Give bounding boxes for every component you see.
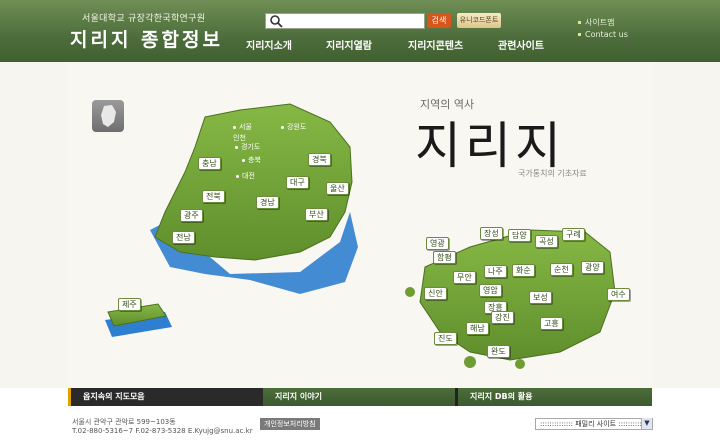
tab-db-usage[interactable]: 지리지 DB의 활용 xyxy=(458,388,652,406)
bullet-icon xyxy=(578,33,581,36)
town-gangjin[interactable]: 강진 xyxy=(491,311,514,324)
hero-subtitle: 국가통치의 기초자료 xyxy=(518,169,587,178)
dot-icon xyxy=(281,125,284,129)
region-gyeongnam[interactable]: 경남 xyxy=(256,196,279,209)
town-suncheon[interactable]: 순천 xyxy=(550,263,573,276)
footer-contact: T.02-880-5316~7 F.02-873-5328 E.Kyujg@sn… xyxy=(72,427,253,435)
site-logo[interactable]: 지리지 종합정보 xyxy=(70,25,223,52)
korea-map-button[interactable] xyxy=(92,100,124,132)
region-gwangju[interactable]: 광주 xyxy=(180,209,203,222)
region-gyeongbuk[interactable]: 경북 xyxy=(308,153,331,166)
town-yeosu[interactable]: 여수 xyxy=(607,288,630,301)
region-gangwon[interactable]: 강원도 xyxy=(281,122,306,132)
privacy-policy-link[interactable]: 개인정보처리방침 xyxy=(260,418,320,430)
tab-geography-stories[interactable]: 지리지 이야기 xyxy=(263,388,455,406)
contact-label: Contact us xyxy=(585,30,628,39)
sitemap-label: 사이트맵 xyxy=(585,18,615,27)
search-icon xyxy=(270,15,283,28)
region-jeju[interactable]: 제주 xyxy=(118,298,141,311)
tab-map-collection[interactable]: 옵지속의 지도모음 xyxy=(68,388,266,406)
footer-address: 서울시 관악구 관악로 599~103동 xyxy=(72,418,176,426)
family-site-select[interactable]: :::::::::::::: 패밀리 사이트 :::::::::::::: xyxy=(535,418,653,430)
korea-silhouette-icon xyxy=(101,105,116,127)
search-input[interactable] xyxy=(286,15,420,26)
chevron-down-icon[interactable]: ▼ xyxy=(641,418,652,429)
region-seoul[interactable]: 서울 xyxy=(233,122,252,132)
town-jangseong[interactable]: 장성 xyxy=(480,227,503,240)
bottom-tab-bar: 옵지속의 지도모음 지리지 이야기 지리지 DB의 활용 xyxy=(68,388,652,406)
town-hampyeong[interactable]: 함평 xyxy=(433,251,456,264)
island xyxy=(515,359,525,369)
town-gurye[interactable]: 구례 xyxy=(562,228,585,241)
region-ulsan[interactable]: 울산 xyxy=(326,182,349,195)
region-daegu[interactable]: 대구 xyxy=(286,176,309,189)
town-gokseong[interactable]: 곡성 xyxy=(535,235,558,248)
region-label: 인천 xyxy=(233,134,246,142)
institution-name: 서울대학교 규장각한국학연구원 xyxy=(82,14,206,24)
nav-browse[interactable]: 지리지열람 xyxy=(326,37,372,52)
town-haenam[interactable]: 해남 xyxy=(466,322,489,335)
nav-contents[interactable]: 지리지콘텐츠 xyxy=(408,37,463,52)
nav-related-sites[interactable]: 관련사이트 xyxy=(498,37,544,52)
region-label: 대전 xyxy=(242,172,255,180)
search-button[interactable]: 검색 xyxy=(427,13,451,28)
region-jeonnam[interactable]: 전남 xyxy=(172,231,195,244)
island xyxy=(464,356,476,368)
region-label: 경기도 xyxy=(241,143,261,151)
dot-icon xyxy=(242,158,245,162)
region-label: 충북 xyxy=(248,156,261,164)
region-chungnam[interactable]: 충남 xyxy=(198,157,221,170)
region-label: 강원도 xyxy=(287,123,307,131)
town-yeongam[interactable]: 영암 xyxy=(479,284,502,297)
region-jeonbuk[interactable]: 전북 xyxy=(202,190,225,203)
sitemap-link[interactable]: 사이트맵 xyxy=(578,17,614,28)
town-goheung[interactable]: 고흥 xyxy=(540,317,563,330)
unicode-font-button[interactable]: 유니코드폰트 xyxy=(457,13,501,28)
town-yeonggwang[interactable]: 영광 xyxy=(426,237,449,250)
town-muan[interactable]: 무안 xyxy=(453,271,476,284)
town-wando[interactable]: 완도 xyxy=(487,345,510,358)
town-damyang[interactable]: 담양 xyxy=(508,229,531,242)
town-naju[interactable]: 나주 xyxy=(484,265,507,278)
contact-link[interactable]: Contact us xyxy=(578,30,628,39)
region-label: 서울 xyxy=(239,123,252,131)
nav-intro[interactable]: 지리지소개 xyxy=(246,37,292,52)
dot-icon xyxy=(236,174,239,178)
bullet-icon xyxy=(578,21,581,24)
town-gwangyang[interactable]: 광양 xyxy=(581,261,604,274)
town-hwasun[interactable]: 화순 xyxy=(512,264,535,277)
region-daejeon[interactable]: 대전 xyxy=(236,171,255,181)
dot-icon xyxy=(235,145,238,149)
dot-icon xyxy=(233,125,236,129)
town-jindo[interactable]: 진도 xyxy=(434,332,457,345)
island xyxy=(405,287,415,297)
region-busan[interactable]: 부산 xyxy=(305,208,328,221)
region-gyeonggi[interactable]: 경기도 xyxy=(235,142,260,152)
town-boseong[interactable]: 보성 xyxy=(529,291,552,304)
region-chungbuk[interactable]: 충북 xyxy=(242,155,261,165)
search-box xyxy=(265,13,425,29)
town-sinan[interactable]: 신안 xyxy=(424,287,447,300)
